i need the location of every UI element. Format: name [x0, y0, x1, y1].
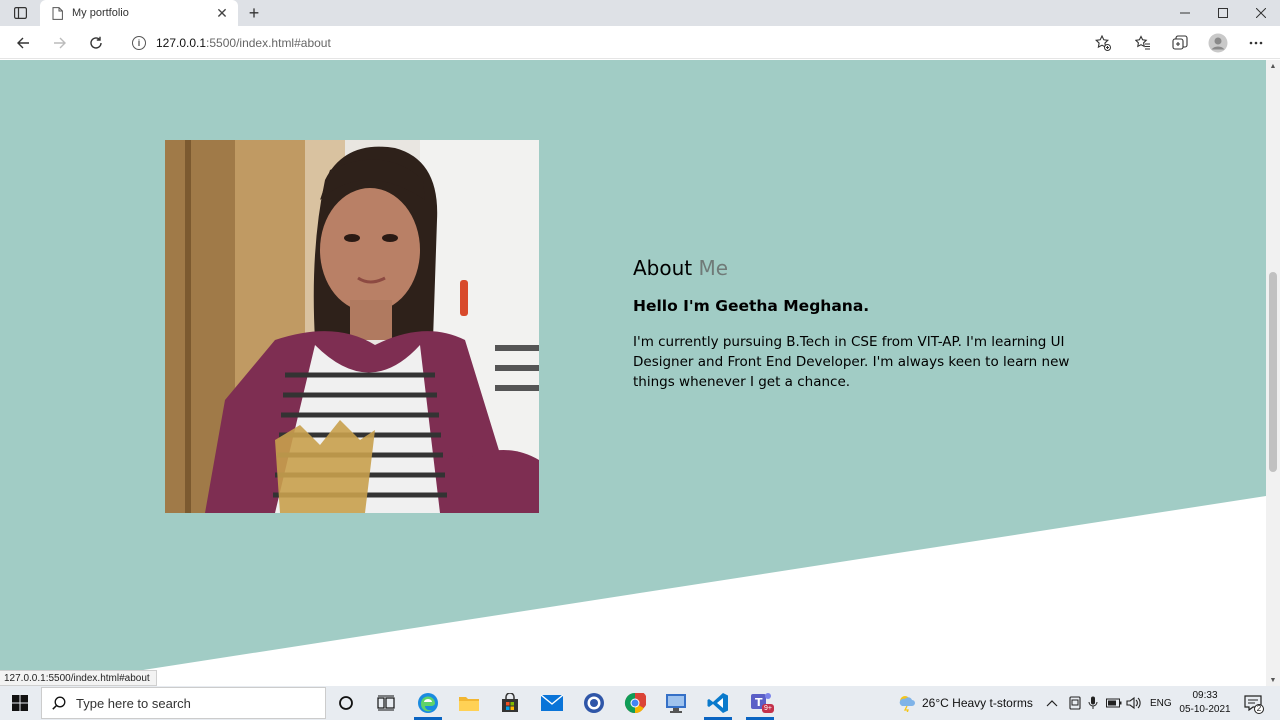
new-tab-button[interactable]: +	[244, 3, 264, 23]
link-status-bar: 127.0.0.1:5500/index.html#about	[0, 670, 157, 686]
maximize-button[interactable]	[1204, 0, 1242, 26]
taskbar-search-box[interactable]: Type here to search	[41, 687, 326, 719]
chrome-icon	[624, 692, 646, 714]
start-button[interactable]	[0, 686, 40, 720]
taskbar-clock[interactable]: 09:33 05-10-2021	[1170, 689, 1240, 717]
add-favorite-button[interactable]	[1091, 31, 1115, 55]
collections-button[interactable]	[1168, 31, 1192, 55]
storm-cloud-icon	[899, 696, 915, 712]
page-scrollbar[interactable]: ▲ ▼	[1266, 60, 1280, 686]
greeting-text: Hello I'm Geetha Meghana.	[633, 297, 870, 315]
profile-photo	[165, 140, 539, 513]
task-view-button[interactable]	[366, 686, 406, 720]
cortana-button[interactable]	[326, 686, 366, 720]
weather-widget[interactable]: 26°C Heavy t-storms	[898, 686, 1033, 720]
tab-title: My portfolio	[72, 7, 129, 19]
minimize-icon	[1180, 12, 1190, 14]
device-tray-button[interactable]	[1068, 686, 1082, 720]
notification-count: 2	[1254, 704, 1264, 714]
chevron-up-icon	[1046, 700, 1058, 707]
battery-button[interactable]	[1106, 686, 1122, 720]
clock-date: 05-10-2021	[1179, 704, 1231, 715]
refresh-button[interactable]	[84, 31, 108, 55]
battery-icon	[1106, 698, 1122, 708]
about-description: I'm currently pursuing B.Tech in CSE fro…	[633, 334, 1070, 390]
windows-taskbar: Type here to search T 9+ 26°C Heavy t-st…	[0, 686, 1280, 720]
favorites-icon	[1135, 35, 1150, 50]
search-placeholder: Type here to search	[76, 695, 191, 711]
chrome-taskbar-icon[interactable]	[615, 686, 655, 720]
store-bag-icon	[502, 693, 518, 712]
microphone-icon	[1088, 696, 1098, 709]
edge-taskbar-icon[interactable]	[408, 686, 448, 720]
refresh-icon	[90, 36, 102, 49]
scroll-thumb[interactable]	[1269, 272, 1277, 472]
device-icon	[1069, 696, 1081, 710]
about-section: About Me Hello I'm Geetha Meghana. I'm c…	[0, 60, 1266, 686]
edge-icon	[418, 693, 438, 713]
favorites-button[interactable]	[1131, 31, 1155, 55]
tab-my-portfolio[interactable]: My portfolio ✕	[40, 0, 238, 26]
close-icon	[1256, 8, 1266, 18]
back-arrow-icon	[17, 37, 29, 49]
more-dots-icon	[1249, 41, 1263, 45]
file-explorer-taskbar-icon[interactable]	[449, 686, 489, 720]
profile-button[interactable]	[1206, 31, 1230, 55]
teams-badge: 9+	[762, 704, 774, 713]
vscode-taskbar-icon[interactable]	[698, 686, 738, 720]
weather-text: 26°C Heavy t-storms	[922, 696, 1033, 710]
close-tab-icon[interactable]: ✕	[214, 5, 230, 21]
forward-button[interactable]	[48, 31, 72, 55]
settings-more-button[interactable]	[1244, 31, 1268, 55]
collections-icon	[1172, 35, 1188, 50]
star-add-icon	[1095, 35, 1111, 51]
remote-desktop-taskbar-icon[interactable]	[656, 686, 696, 720]
scroll-up-arrow-icon[interactable]: ▲	[1266, 60, 1280, 72]
back-button[interactable]	[11, 31, 35, 55]
microphone-button[interactable]	[1088, 686, 1098, 720]
about-text-block: About Me Hello I'm Geetha Meghana. I'm c…	[633, 256, 1073, 392]
mail-icon	[541, 695, 563, 711]
mail-taskbar-icon[interactable]	[532, 686, 572, 720]
cortana-app-taskbar-icon[interactable]	[574, 686, 614, 720]
forward-arrow-icon	[54, 37, 66, 49]
address-bar[interactable]: i 127.0.0.1:5500/index.html#about	[120, 29, 1120, 56]
minimize-button[interactable]	[1166, 0, 1204, 26]
teams-taskbar-icon[interactable]: T 9+	[740, 686, 780, 720]
tab-strip: My portfolio ✕ +	[0, 0, 1280, 26]
maximize-icon	[1218, 8, 1228, 18]
show-hidden-icons-button[interactable]	[1046, 686, 1058, 720]
windows-logo-icon	[12, 695, 28, 711]
close-window-button[interactable]	[1242, 0, 1280, 26]
url-text: 127.0.0.1:5500/index.html#about	[156, 35, 331, 50]
site-info-icon[interactable]: i	[132, 35, 146, 50]
monitor-app-icon	[666, 694, 686, 713]
search-icon	[52, 696, 66, 710]
scroll-down-arrow-icon[interactable]: ▼	[1266, 674, 1280, 686]
browser-toolbar: i 127.0.0.1:5500/index.html#about	[0, 26, 1280, 59]
volume-button[interactable]	[1126, 686, 1142, 720]
language-indicator[interactable]: ENG	[1150, 686, 1172, 720]
about-heading: About Me	[633, 256, 729, 280]
store-taskbar-icon[interactable]	[490, 686, 530, 720]
notifications-button[interactable]: 2	[1244, 686, 1264, 720]
vscode-icon	[707, 693, 728, 713]
tab-actions-icon	[13, 7, 27, 19]
clock-time: 09:33	[1192, 690, 1218, 701]
tab-actions-button[interactable]	[6, 3, 34, 23]
cortana-icon	[339, 696, 353, 710]
avatar-icon	[1208, 33, 1228, 53]
circle-app-icon	[584, 693, 604, 713]
folder-icon	[459, 697, 479, 711]
page-icon	[50, 6, 64, 20]
task-view-icon	[377, 695, 395, 711]
speaker-icon	[1126, 696, 1141, 710]
